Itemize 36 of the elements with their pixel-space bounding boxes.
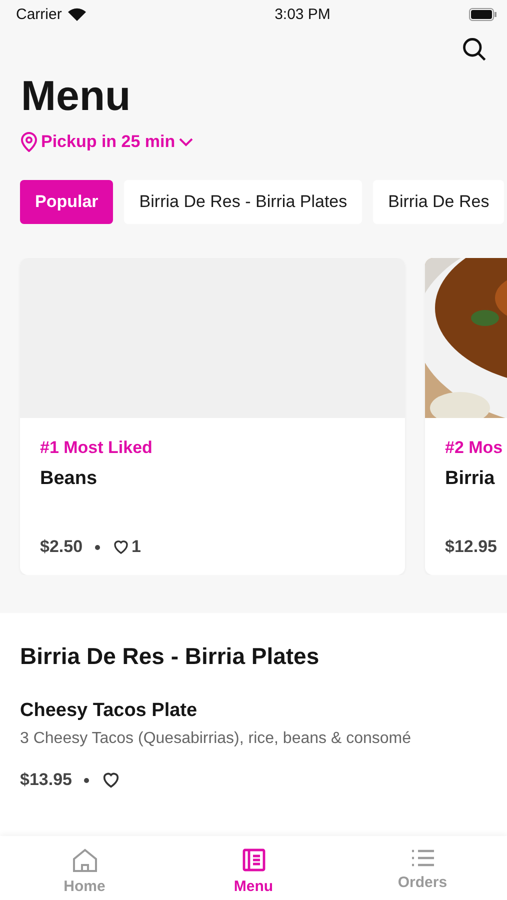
search-icon bbox=[461, 36, 487, 62]
item-name: Birria bbox=[445, 468, 496, 490]
heart-icon bbox=[112, 538, 130, 556]
rank-label: #1 Most Liked bbox=[40, 438, 154, 458]
search-button[interactable] bbox=[461, 36, 487, 62]
carrier-label: Carrier bbox=[16, 6, 62, 22]
location-pin-icon bbox=[20, 132, 38, 152]
tab-bar-item[interactable]: Home bbox=[0, 836, 169, 900]
rank-label: #2 Mos bbox=[445, 438, 504, 458]
tab-bar-item[interactable]: Orders bbox=[338, 836, 507, 900]
item-price: $12.95 bbox=[445, 537, 497, 557]
item-price: $13.95 bbox=[20, 770, 72, 790]
heart-icon bbox=[101, 770, 121, 790]
home-icon bbox=[72, 848, 98, 872]
separator-dot bbox=[84, 778, 89, 782]
list-icon bbox=[410, 848, 434, 868]
book-icon bbox=[242, 848, 266, 872]
chevron-down-icon bbox=[178, 137, 194, 147]
item-card[interactable]: #2 Mos Birria $12.95 bbox=[425, 258, 507, 575]
time-label: 3:03 PM bbox=[274, 6, 330, 22]
item-description: 3 Cheesy Tacos (Quesabirrias), rice, beans & consomé bbox=[20, 730, 412, 748]
pickup-selector[interactable]: Pickup in 25 min bbox=[20, 132, 194, 152]
section-title: Birria De Res - Birria Plates bbox=[20, 643, 320, 670]
separator-dot bbox=[94, 544, 100, 550]
item-name: Cheesy Tacos Plate bbox=[20, 700, 198, 722]
category-tab[interactable]: Birria De Res - Birria Plates bbox=[124, 180, 362, 224]
item-price: $2.50 bbox=[40, 537, 83, 557]
like-count: 1 bbox=[132, 537, 142, 557]
wifi-icon bbox=[68, 8, 86, 20]
category-tab[interactable]: Birria De Res bbox=[373, 180, 504, 224]
item-name: Beans bbox=[40, 468, 98, 490]
page-title: Menu bbox=[21, 72, 132, 120]
tab-bar-item[interactable]: Menu bbox=[169, 836, 338, 900]
item-card[interactable]: #1 Most Liked Beans $2.50 1 bbox=[20, 258, 405, 575]
category-tab[interactable]: Popular bbox=[20, 180, 114, 224]
battery-icon bbox=[469, 8, 497, 20]
